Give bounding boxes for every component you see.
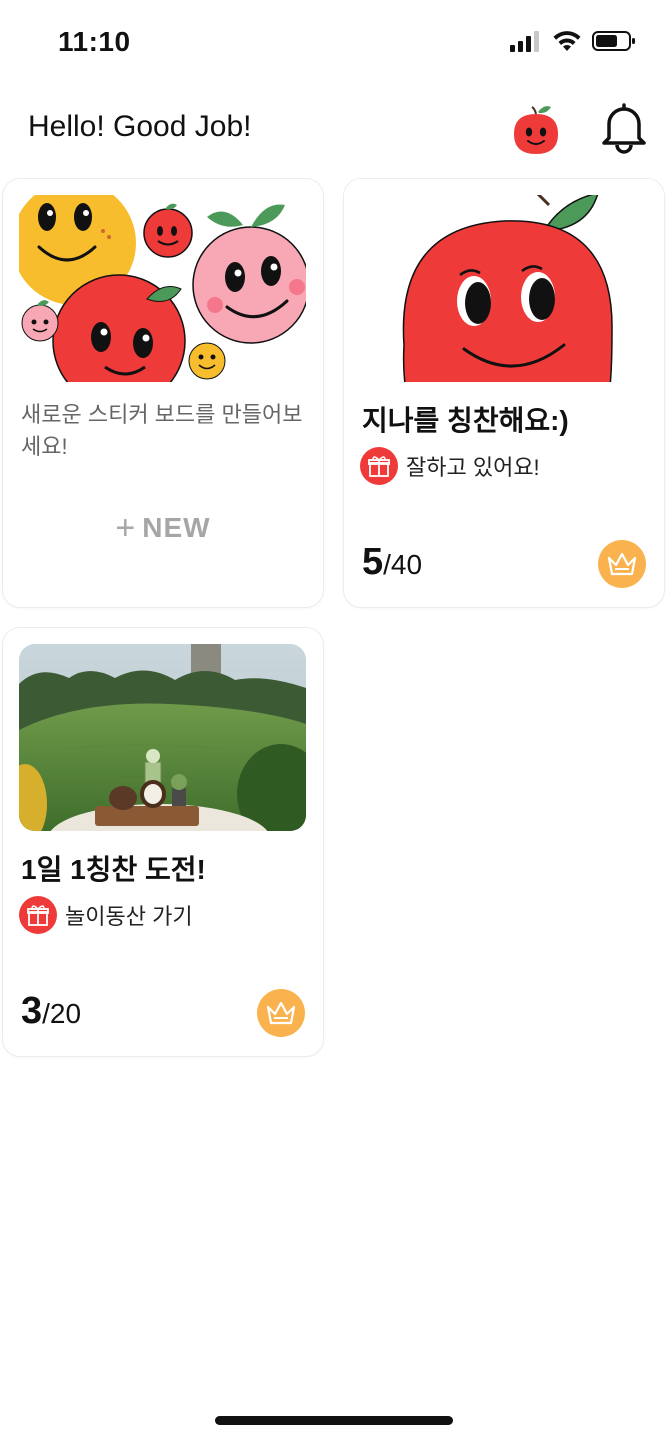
board-thumbnail xyxy=(362,195,647,382)
battery-icon xyxy=(592,31,635,51)
crown-icon xyxy=(257,989,305,1037)
board-thumbnail xyxy=(19,644,306,831)
current-count: 3 xyxy=(21,990,43,1032)
sticker-count: 3/20 xyxy=(21,990,81,1033)
page-title: Hello! Good Job! xyxy=(28,110,252,143)
status-icons xyxy=(510,30,636,52)
gift-icon xyxy=(360,447,398,485)
new-board-label: NEW xyxy=(142,512,211,543)
new-board-description: 새로운 스티커 보드를 만들어보세요! xyxy=(21,402,303,459)
header: Hello! Good Job! xyxy=(0,96,666,166)
board-title: 지나를 칭찬해요:) xyxy=(362,405,569,436)
status-bar: 11:10 xyxy=(0,0,666,84)
apple-avatar-icon[interactable] xyxy=(510,102,562,154)
new-board-card[interactable]: 새로운 스티커 보드를 만들어보세요! + NEW xyxy=(2,178,324,608)
crown-icon xyxy=(598,540,646,588)
reward-row: 놀이동산 가기 xyxy=(19,896,193,934)
sticker-illustration xyxy=(19,195,306,382)
reward-text: 놀이동산 가기 xyxy=(65,904,193,929)
reward-text: 잘하고 있어요! xyxy=(406,455,540,480)
reward-row: 잘하고 있어요! xyxy=(360,447,540,485)
wifi-icon xyxy=(553,31,581,51)
cellular-signal-icon xyxy=(510,31,539,52)
total-count: /40 xyxy=(383,549,423,580)
total-count: /20 xyxy=(42,998,82,1029)
status-time: 11:10 xyxy=(58,26,131,57)
board-card[interactable]: 1일 1칭찬 도전! 놀이동산 가기 3/20 xyxy=(2,627,324,1057)
gift-icon xyxy=(19,896,57,934)
bell-icon[interactable] xyxy=(598,100,650,154)
board-card[interactable]: 지나를 칭찬해요:) 잘하고 있어요! 5/40 xyxy=(343,178,665,608)
sticker-count: 5/40 xyxy=(362,541,422,584)
plus-icon: + xyxy=(115,509,137,547)
home-indicator[interactable] xyxy=(215,1416,453,1425)
new-board-button[interactable]: + NEW xyxy=(3,509,323,548)
board-title: 1일 1칭찬 도전! xyxy=(21,854,206,885)
current-count: 5 xyxy=(362,541,384,583)
